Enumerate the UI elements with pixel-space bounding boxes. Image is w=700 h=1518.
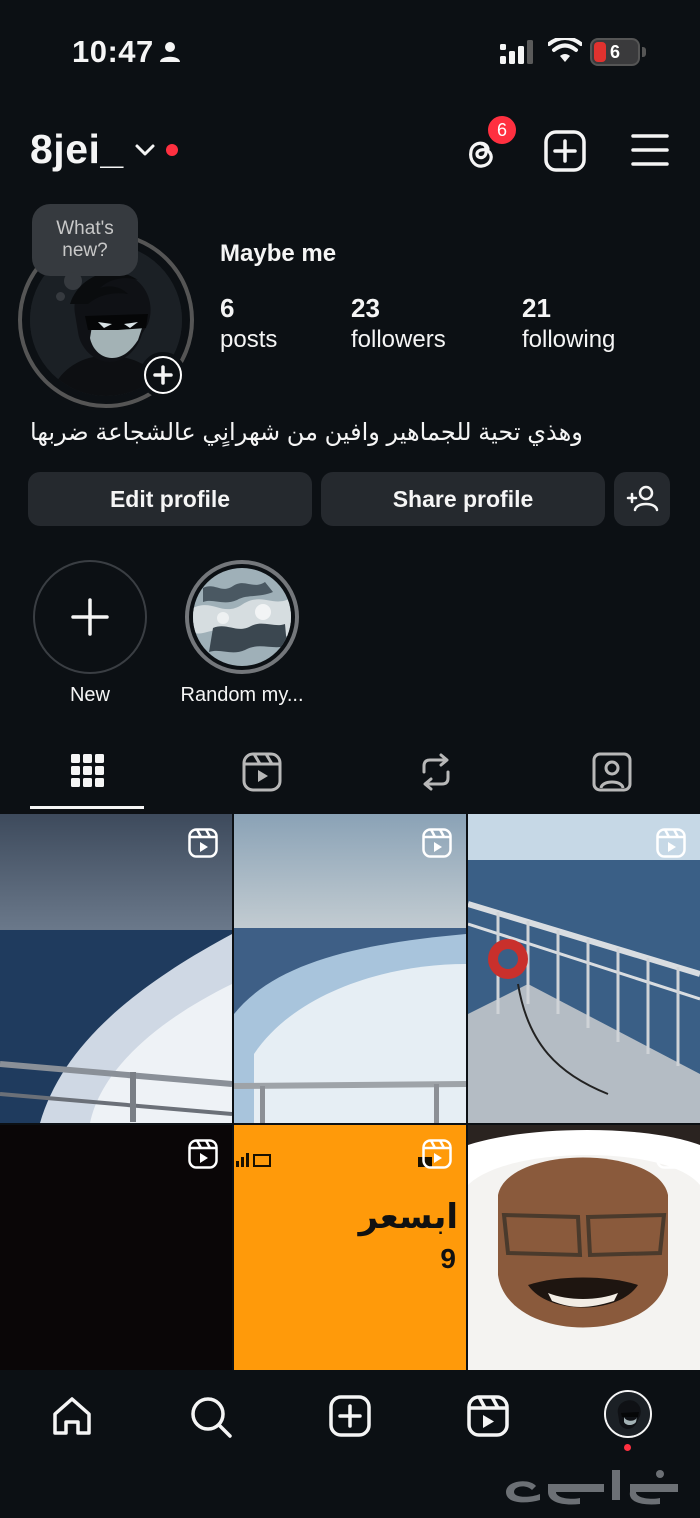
- chevron-down-icon[interactable]: [134, 142, 156, 158]
- highlight-new[interactable]: New: [32, 560, 148, 707]
- phone-screen-number: 9: [440, 1243, 456, 1274]
- search-icon[interactable]: [188, 1394, 234, 1440]
- battery-level: 6: [609, 42, 620, 62]
- posts-stat[interactable]: 6 posts: [220, 292, 277, 356]
- following-label: following: [522, 326, 616, 353]
- account-switcher-username[interactable]: 8jei_: [30, 126, 124, 173]
- note-bubble-tail-small: [56, 292, 65, 301]
- reels-tab-icon[interactable]: [242, 750, 282, 794]
- grid-post[interactable]: [0, 814, 232, 1123]
- followers-stat[interactable]: 23 followers: [351, 292, 446, 356]
- following-stat[interactable]: 21 following: [522, 292, 615, 356]
- hamburger-menu-icon[interactable]: [630, 132, 670, 168]
- profile-full-name: Maybe me: [220, 240, 337, 267]
- reel-indicator-icon: [422, 828, 452, 858]
- note-bubble[interactable]: What's new?: [32, 204, 138, 276]
- profile-header: 8jei_ 6: [0, 114, 700, 182]
- status-bar: 10:47 6: [0, 0, 700, 100]
- share-profile-button[interactable]: Share profile: [321, 472, 605, 526]
- highlight-ring: [185, 560, 299, 674]
- active-tab-indicator: [30, 806, 144, 809]
- profile-notification-dot: [624, 1444, 631, 1451]
- cellular-signal-icon: [500, 40, 533, 64]
- edit-profile-button[interactable]: Edit profile: [28, 472, 312, 526]
- wifi-icon: [548, 38, 582, 62]
- new-highlight-circle: [33, 560, 147, 674]
- reel-indicator-icon: [656, 828, 686, 858]
- posts-label: posts: [220, 326, 278, 353]
- note-bubble-tail: [64, 272, 82, 290]
- reels-icon[interactable]: [466, 1394, 510, 1438]
- bottom-navigation: [0, 1370, 700, 1518]
- add-story-button[interactable]: [140, 352, 186, 398]
- tagged-tab-icon[interactable]: [592, 750, 632, 794]
- followers-label: followers: [351, 326, 446, 353]
- grid-post[interactable]: ابسعر 9: [234, 1125, 466, 1370]
- status-time: 10:47: [72, 34, 154, 69]
- reel-indicator-icon: [656, 1139, 686, 1169]
- phone-screen-text: ابسعر: [358, 1198, 458, 1236]
- haraj-watermark-logo: [506, 1470, 678, 1505]
- add-person-icon: [626, 485, 659, 512]
- reel-indicator-icon: [188, 1139, 218, 1169]
- unread-dot: [166, 144, 178, 156]
- profile-tab-avatar[interactable]: [604, 1390, 652, 1438]
- profile-content-tabs: [0, 740, 700, 814]
- posts-grid: ابسعر 9: [0, 814, 700, 1370]
- grid-post[interactable]: [234, 814, 466, 1123]
- profile-bio: وهذي تحية للجماهير وافين من شهرانٍي عالش…: [30, 419, 583, 446]
- highlight-label-new: New: [69, 684, 110, 706]
- highlight-random[interactable]: Random my...: [168, 560, 316, 707]
- grid-post[interactable]: [468, 814, 700, 1123]
- create-icon[interactable]: [328, 1394, 372, 1438]
- person-icon: [160, 42, 180, 62]
- following-count: 21: [522, 293, 551, 323]
- battery-indicator: 6: [590, 38, 640, 66]
- reposts-tab-icon[interactable]: [416, 750, 456, 794]
- highlight-cover-image: [193, 568, 291, 666]
- grid-post[interactable]: [468, 1125, 700, 1370]
- highlight-label-random: Random my...: [180, 684, 304, 706]
- create-post-icon[interactable]: [544, 130, 586, 172]
- home-icon[interactable]: [50, 1394, 94, 1438]
- followers-count: 23: [351, 293, 380, 323]
- discover-people-button[interactable]: [614, 472, 670, 526]
- plus-icon: [71, 598, 109, 636]
- posts-count: 6: [220, 293, 235, 323]
- grid-post[interactable]: [0, 1125, 232, 1370]
- threads-notification-badge: 6: [486, 114, 518, 146]
- grid-posts-tab-icon[interactable]: [70, 750, 106, 794]
- reel-indicator-icon: [422, 1139, 452, 1169]
- reel-indicator-icon: [188, 828, 218, 858]
